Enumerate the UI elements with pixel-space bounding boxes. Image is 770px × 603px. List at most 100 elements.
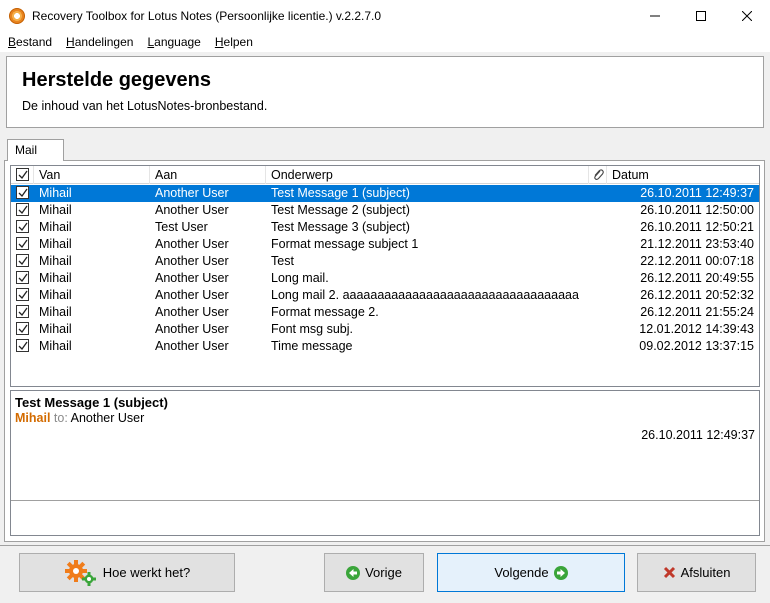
select-all-checkbox[interactable]: [16, 168, 29, 181]
cell-date: 26.12.2011 20:52:32: [640, 288, 754, 302]
column-header-from[interactable]: Van: [34, 166, 150, 184]
app-icon: [9, 7, 25, 24]
menu-helpen-label: elpen: [223, 34, 253, 49]
check-icon: [18, 290, 28, 300]
arrow-right-icon: [553, 565, 568, 580]
check-icon: [18, 205, 28, 215]
table-row[interactable]: Mihail Another User Test Message 1 (subjec…: [11, 185, 759, 202]
check-icon: [18, 256, 28, 266]
help-button[interactable]: Hoe werkt het?: [19, 553, 235, 592]
cell-from: Mihail: [39, 271, 72, 285]
table-row[interactable]: Mihail Another User Font msg subj. 12.01.20…: [11, 321, 759, 338]
footer-divider: [0, 545, 770, 546]
menu-handelingen-label: andelingen: [74, 34, 134, 49]
window-controls: [632, 0, 770, 31]
cell-date: 21.12.2011 23:53:40: [640, 237, 754, 251]
table-row[interactable]: Mihail Another User Test 22.12.2011 00:07:1…: [11, 253, 759, 270]
table-row[interactable]: Mihail Another User Time message 09.02.2012…: [11, 338, 759, 355]
cell-to: Another User: [155, 305, 229, 319]
cell-from: Mihail: [39, 186, 72, 200]
check-icon: [18, 307, 28, 317]
menu-bestand[interactable]: Bestand: [0, 35, 59, 49]
exit-button-label: Afsluiten: [680, 565, 731, 580]
exit-button[interactable]: Afsluiten: [637, 553, 756, 592]
maximize-icon: [696, 10, 706, 21]
minimize-icon: [650, 15, 660, 16]
table-row[interactable]: Mihail Another User Long mail 2. aaaaaaaaa…: [11, 287, 759, 304]
cell-to: Another User: [155, 271, 229, 285]
preview-to-label: to:: [53, 411, 68, 425]
cell-from: Mihail: [39, 203, 72, 217]
menu-handelingen[interactable]: Handelingen: [59, 35, 140, 49]
cell-to: Another User: [155, 186, 229, 200]
row-checkbox[interactable]: [16, 288, 29, 301]
table-row[interactable]: Mihail Another User Format message subject…: [11, 236, 759, 253]
cell-from: Mihail: [39, 254, 72, 268]
row-checkbox[interactable]: [16, 271, 29, 284]
column-header-to[interactable]: Aan: [150, 166, 266, 184]
prev-button-label: Vorige: [365, 565, 402, 580]
close-button[interactable]: [724, 0, 770, 31]
page-title: Herstelde gegevens: [22, 69, 211, 91]
cell-from: Mihail: [39, 237, 72, 251]
cell-subject: Long mail.: [271, 271, 329, 285]
menu-bar: Bestand Handelingen Language Helpen: [0, 31, 770, 52]
cell-date: 26.12.2011 20:49:55: [640, 271, 754, 285]
table-row[interactable]: Mihail Another User Format message 2. 26.12…: [11, 304, 759, 321]
menu-language[interactable]: Language: [140, 35, 207, 49]
arrow-left-icon: [346, 565, 361, 580]
cell-subject: Format message 2.: [271, 305, 379, 319]
cell-to: Another User: [155, 237, 229, 251]
row-checkbox[interactable]: [16, 305, 29, 318]
row-checkbox[interactable]: [16, 254, 29, 267]
header-check-column[interactable]: [11, 166, 34, 184]
menu-helpen[interactable]: Helpen: [208, 35, 260, 49]
cell-to: Another User: [155, 288, 229, 302]
column-header-date[interactable]: Datum: [607, 166, 759, 184]
check-icon: [18, 170, 28, 180]
row-checkbox[interactable]: [16, 322, 29, 335]
column-header-attachment[interactable]: [589, 166, 607, 184]
table-row[interactable]: Mihail Another User Test Message 2 (subjec…: [11, 202, 759, 219]
cell-date: 26.12.2011 21:55:24: [640, 305, 754, 319]
cell-date: 22.12.2011 00:07:18: [640, 254, 754, 268]
prev-button[interactable]: Vorige: [324, 553, 424, 592]
cell-date: 26.10.2011 12:50:00: [640, 203, 754, 217]
preview-from: Mihail: [15, 411, 51, 425]
close-icon: [742, 10, 752, 21]
table-row[interactable]: Mihail Test User Test Message 3 (subject) 2…: [11, 219, 759, 236]
cell-to: Another User: [155, 339, 229, 353]
cell-date: 26.10.2011 12:50:21: [640, 220, 754, 234]
cell-to: Another User: [155, 203, 229, 217]
title-bar: Recovery Toolbox for Lotus Notes (Persoo…: [0, 0, 770, 31]
row-checkbox[interactable]: [16, 203, 29, 216]
cell-subject: Test Message 1 (subject): [271, 186, 410, 200]
mail-grid[interactable]: Van Aan Onderwerp Datum Mihail Another Us…: [10, 165, 760, 387]
cell-subject: Font msg subj.: [271, 322, 353, 336]
gears-icon: [64, 558, 98, 588]
row-checkbox[interactable]: [16, 339, 29, 352]
cell-date: 26.10.2011 12:49:37: [640, 186, 754, 200]
row-checkbox[interactable]: [16, 237, 29, 250]
check-icon: [18, 222, 28, 232]
column-header-subject[interactable]: Onderwerp: [266, 166, 589, 184]
row-checkbox[interactable]: [16, 220, 29, 233]
help-button-label: Hoe werkt het?: [102, 565, 191, 580]
table-row[interactable]: Mihail Another User Long mail. 26.12.2011 2…: [11, 270, 759, 287]
message-preview: Test Message 1 (subject) Mihail to: Anot…: [10, 390, 760, 536]
grid-header: Van Aan Onderwerp Datum: [11, 166, 759, 184]
minimize-button[interactable]: [632, 0, 678, 31]
menu-handelingen-accel: H: [66, 34, 75, 49]
menu-bestand-label: estand: [16, 34, 53, 49]
cell-subject: Test Message 2 (subject): [271, 203, 410, 217]
maximize-button[interactable]: [678, 0, 724, 31]
cell-date: 12.01.2012 14:39:43: [639, 322, 754, 336]
preview-divider: [11, 500, 759, 501]
menu-language-label: anguage: [154, 34, 201, 49]
row-checkbox[interactable]: [16, 186, 29, 199]
check-icon: [18, 324, 28, 334]
check-icon: [18, 273, 28, 283]
next-button[interactable]: Volgende: [437, 553, 625, 592]
tab-mail[interactable]: Mail: [7, 139, 64, 161]
cell-date: 09.02.2012 13:37:15: [639, 339, 754, 353]
